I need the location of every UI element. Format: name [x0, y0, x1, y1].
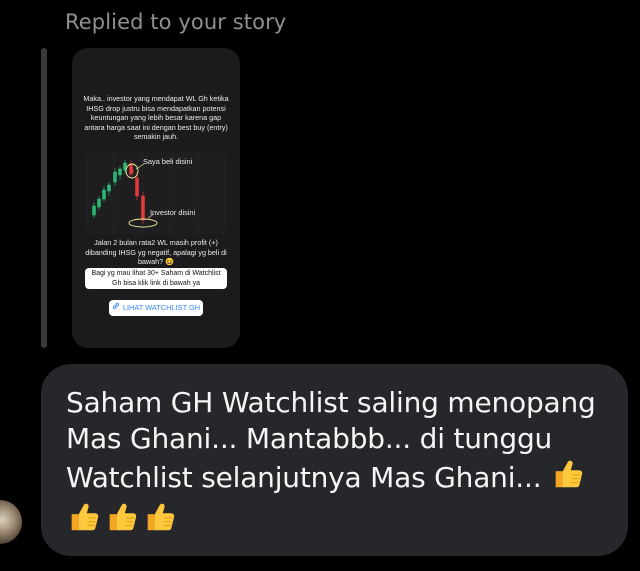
story-cta-box: Bagi yg mau lihat 30+ Saham di Watchlist… — [85, 268, 227, 290]
message-bubble[interactable]: Saham GH Watchlist saling menopang Mas G… — [41, 364, 628, 556]
sender-avatar[interactable] — [0, 500, 22, 544]
story-link-label: LIHAT WATCHLIST GH — [122, 303, 201, 312]
reply-quote-bar — [41, 48, 47, 348]
thumbs-up-icon — [104, 500, 138, 543]
chart-label-investor: Investor disini — [150, 208, 196, 217]
story-link-sticker[interactable]: LIHAT WATCHLIST GH — [109, 300, 203, 316]
thumbs-up-icon — [550, 457, 584, 500]
message-text: Saham GH Watchlist saling menopang Mas G… — [66, 386, 596, 494]
story-text-mid: Jalan 2 bulan rata2 WL masih profit (+) … — [85, 238, 227, 267]
story-thumbnail[interactable]: Maka.. investor yang mendapat WL Gh keti… — [72, 48, 240, 348]
thumbs-up-icon — [142, 500, 176, 543]
link-icon — [112, 302, 119, 310]
story-text-top: Maka.. investor yang mendapat WL Gh keti… — [83, 94, 229, 142]
reply-caption: Replied to your story — [65, 10, 287, 34]
story-chart-image: Saya beli disini Investor disini — [86, 152, 226, 234]
message-text-container: Saham GH Watchlist saling menopang Mas G… — [66, 385, 604, 543]
thumbs-up-icon — [66, 500, 100, 543]
chart-label-buy: Saya beli disini — [143, 157, 193, 166]
